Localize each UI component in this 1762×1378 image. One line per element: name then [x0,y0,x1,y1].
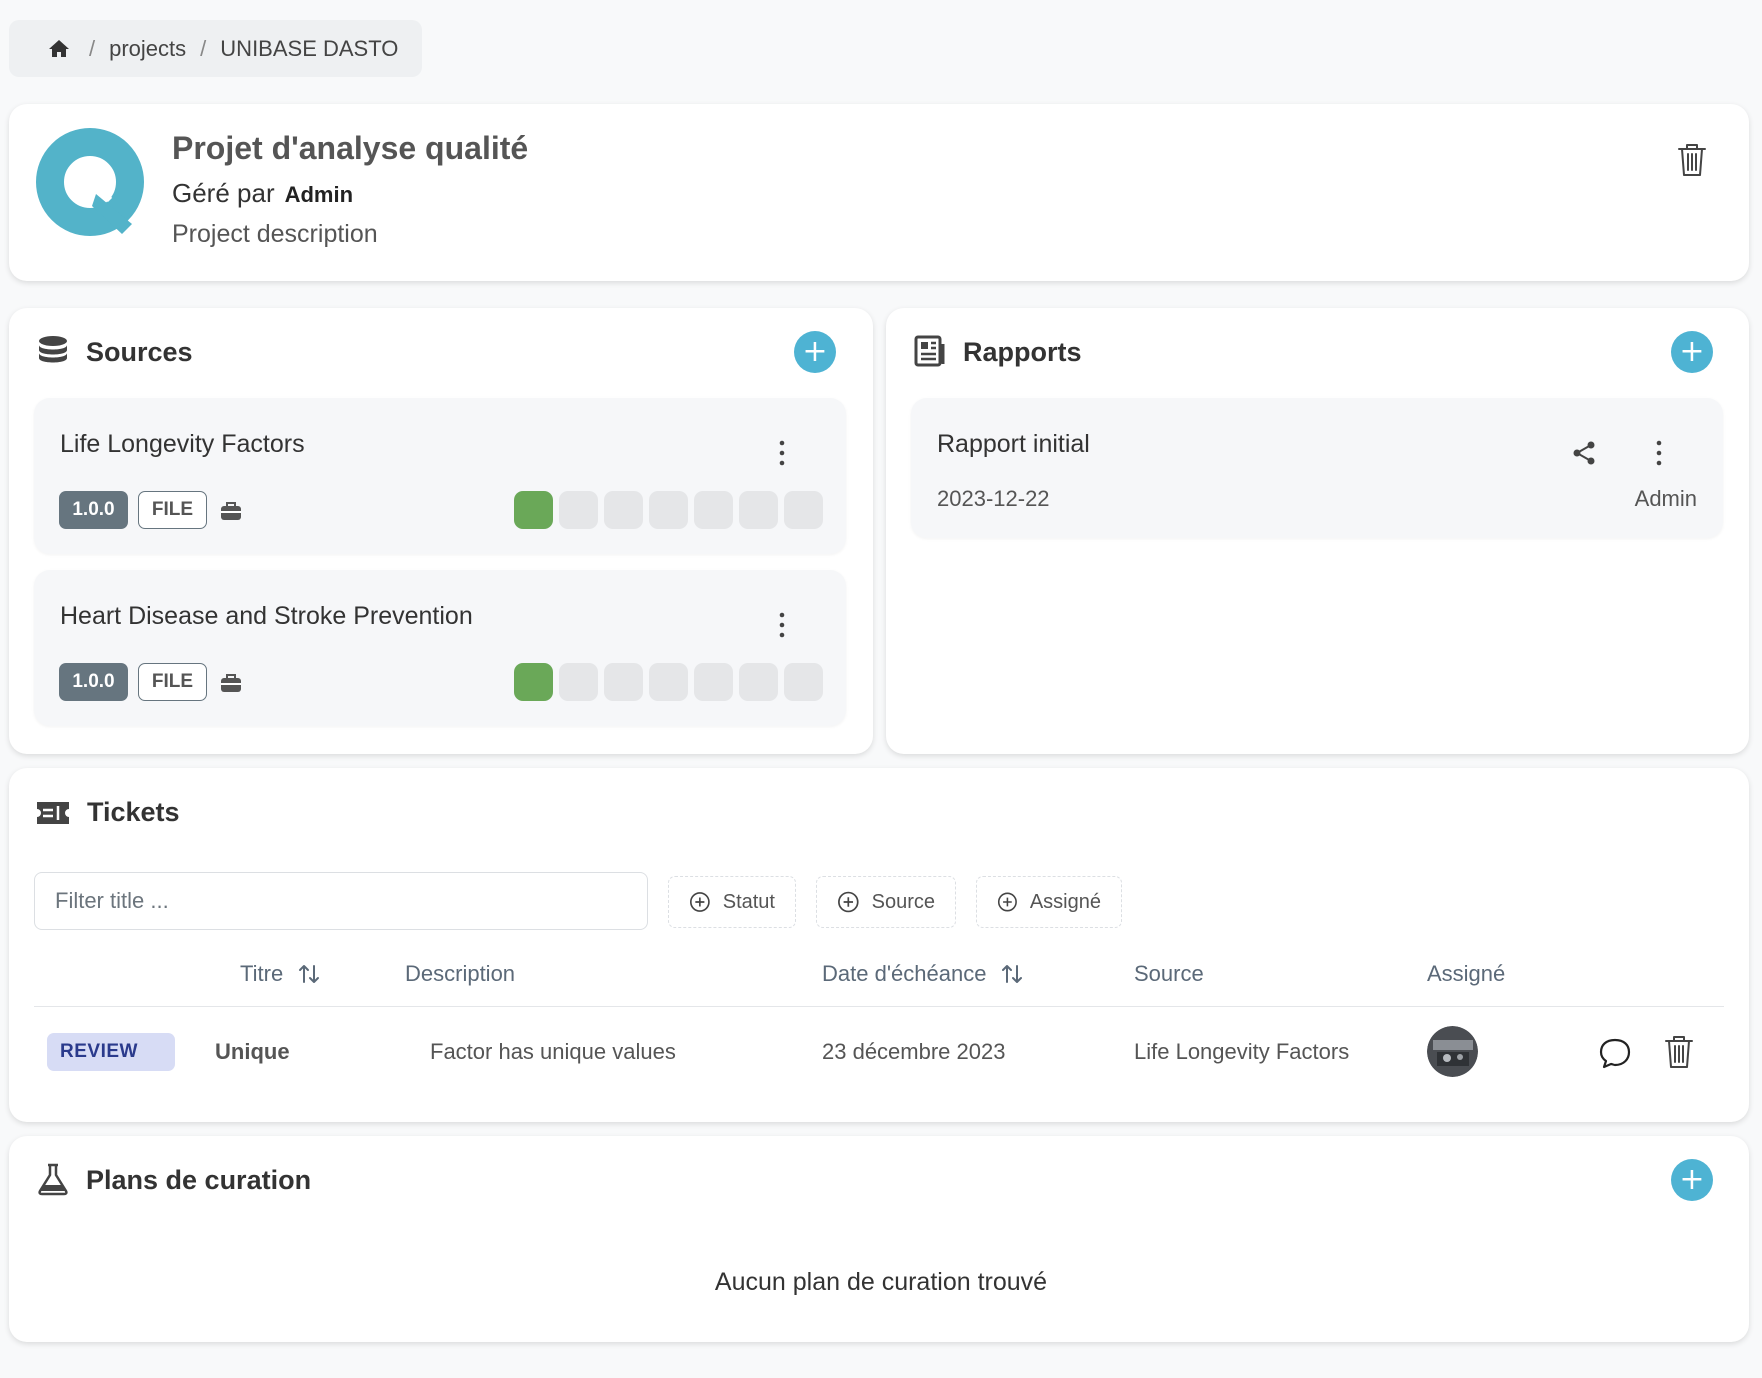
breadcrumb-separator: / [89,35,96,61]
step-pending [694,491,733,529]
step-pending [784,491,823,529]
type-badge: FILE [138,663,207,701]
delete-ticket-trash-icon[interactable] [1663,1034,1695,1070]
source-filter-button[interactable]: Source [816,876,956,928]
step-pending [784,663,823,701]
step-pending [739,663,778,701]
column-due-date-label: Date d'échéance [822,961,987,986]
report-name: Rapport initial [937,430,1090,458]
step-pending [559,491,598,529]
step-pending [739,491,778,529]
filter-title-input[interactable] [34,872,648,930]
column-header-description: Description [405,961,515,987]
more-options-icon[interactable] [772,438,792,468]
assignee-filter-label: Assigné [1029,890,1101,913]
step-pending [604,491,643,529]
column-header-title[interactable]: Titre [240,961,321,987]
ticket-description: Factor has unique values [430,1039,676,1064]
progress-steps [514,663,823,701]
column-title-label: Titre [240,961,284,986]
tickets-title: Tickets [87,797,180,827]
sort-icon[interactable] [297,962,321,986]
add-curation-plan-button[interactable]: + [1671,1159,1713,1201]
tickets-card [9,768,1749,1122]
managed-by-label: Géré par [172,178,275,208]
briefcase-icon [221,502,241,520]
report-date: 2023-12-22 [937,486,1050,511]
sources-title: Sources [86,337,193,367]
report-author: Admin [1634,486,1697,511]
add-report-button[interactable]: + [1671,331,1713,373]
progress-steps [514,491,823,529]
breadcrumb-projects[interactable]: projects [109,36,186,62]
curation-title: Plans de curation [86,1165,312,1195]
column-header-assignee: Assigné [1427,961,1505,987]
manager-name: Admin [284,182,354,207]
source-name: Life Longevity Factors [60,430,305,458]
source-filter-label: Source [871,890,935,913]
type-badge: FILE [138,491,207,529]
project-title: Projet d'analyse qualité [172,130,529,166]
table-divider [34,1006,1724,1007]
share-icon[interactable] [1571,440,1597,466]
ticket-source: Life Longevity Factors [1134,1039,1350,1064]
breadcrumb: / projects / UNIBASE DASTO [9,20,422,77]
column-source-label: Source [1134,961,1204,986]
briefcase-icon [221,674,241,692]
column-assignee-label: Assigné [1427,961,1506,986]
step-pending [694,663,733,701]
source-name: Heart Disease and Stroke Prevention [60,602,473,630]
step-done [514,663,553,701]
status-badge: REVIEW [47,1033,175,1071]
step-pending [649,663,688,701]
source-item[interactable]: Heart Disease and Stroke Prevention 1.0.… [34,570,846,726]
flask-icon [38,1163,68,1196]
delete-project-trash-icon[interactable] [1676,142,1708,178]
sort-icon[interactable] [1000,962,1024,986]
empty-state-message: Aucun plan de curation trouvé [714,1268,1048,1296]
more-options-icon[interactable] [772,610,792,640]
breadcrumb-current: UNIBASE DASTO [220,35,399,61]
newspaper-icon [914,335,945,367]
step-pending [649,491,688,529]
more-options-icon[interactable] [1649,438,1669,468]
status-filter-label: Statut [722,890,775,913]
step-done [514,491,553,529]
ticket-icon [37,802,69,824]
database-icon [39,336,67,363]
home-icon[interactable] [47,37,71,61]
plus-circle-icon [689,892,710,912]
add-source-button[interactable]: + [794,331,836,373]
version-badge: 1.0.0 [59,663,128,701]
column-header-due-date[interactable]: Date d'échéance [822,961,1024,987]
ticket-title: Unique [215,1039,290,1064]
project-logo [36,128,144,236]
project-description: Project description [172,220,378,248]
version-badge: 1.0.0 [59,491,128,529]
step-pending [604,663,643,701]
plus-circle-icon [838,891,859,913]
ticket-due-date: 23 décembre 2023 [822,1039,1006,1064]
status-filter-button[interactable]: Statut [668,876,796,928]
comment-icon[interactable] [1598,1036,1632,1070]
project-manager: Géré par Admin [172,178,353,209]
avatar [1427,1026,1478,1077]
plus-circle-icon [997,892,1017,912]
column-description-label: Description [405,961,516,986]
report-item[interactable]: Rapport initial 2023-12-22 Admin [911,398,1723,538]
reports-title: Rapports [963,337,1082,367]
source-item[interactable]: Life Longevity Factors 1.0.0 FILE [34,398,846,554]
column-header-source: Source [1134,961,1204,987]
assignee-filter-button[interactable]: Assigné [976,876,1122,928]
breadcrumb-separator: / [200,35,207,61]
step-pending [559,663,598,701]
